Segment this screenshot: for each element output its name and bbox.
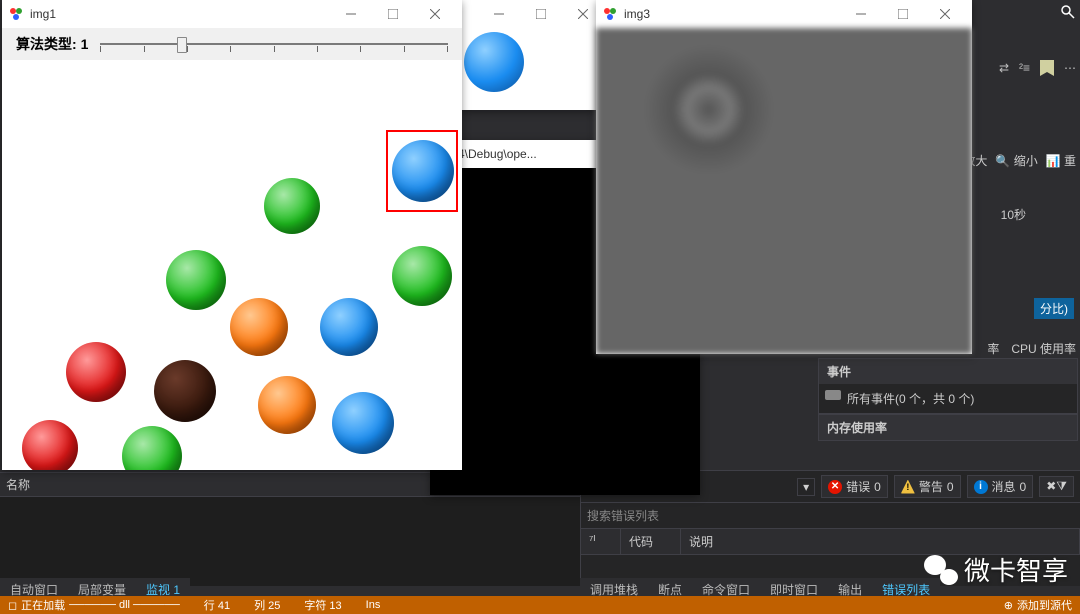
- cpu-usage-labels: 率 CPU 使用率: [987, 340, 1076, 357]
- toolbar-item-2[interactable]: ²≡: [1019, 61, 1030, 75]
- green-ball: [264, 178, 320, 234]
- img3-titlebar[interactable]: img3: [596, 0, 972, 28]
- maximize-button[interactable]: [520, 2, 562, 26]
- img1-image: [2, 60, 462, 470]
- green-ball: [122, 426, 182, 470]
- minimize-button[interactable]: [478, 2, 520, 26]
- orange-ball: [258, 376, 316, 434]
- red-ball: [22, 420, 78, 470]
- window-img3: img3: [596, 0, 972, 354]
- img1-title: img1: [30, 7, 324, 21]
- trackbar-algorithm-type: 算法类型: 1: [2, 28, 462, 60]
- bookmark-icon[interactable]: [1040, 60, 1054, 76]
- events-all-row[interactable]: 所有事件(0 个，共 0 个): [819, 384, 1077, 413]
- blue-ball-thumbnail: [464, 32, 524, 92]
- toolbar-item-1[interactable]: ⇄: [999, 61, 1009, 75]
- cpu-label: CPU 使用率: [1011, 340, 1076, 357]
- ide-toolbar: ⇄ ²≡ ⋯: [999, 60, 1076, 76]
- watermark-text: 微卡智享: [964, 551, 1068, 588]
- opencv-icon: [8, 6, 24, 22]
- timeline-mark: 10秒: [1001, 206, 1026, 223]
- ide-top-right: [1060, 4, 1076, 20]
- events-panel: 事件 所有事件(0 个，共 0 个): [818, 358, 1078, 414]
- img1-titlebar[interactable]: img1: [2, 0, 462, 28]
- green-ball: [166, 250, 226, 310]
- opencv-icon: [602, 6, 618, 22]
- orange-ball: [230, 298, 288, 356]
- zoom-reset-button[interactable]: 📊 重: [1046, 152, 1076, 169]
- wechat-icon: [924, 555, 958, 585]
- brown-ball: [154, 360, 216, 422]
- minimize-button[interactable]: [330, 2, 372, 26]
- events-header: 事件: [819, 359, 1077, 384]
- search-icon[interactable]: [1060, 4, 1076, 20]
- img2-content: [460, 28, 600, 110]
- wechat-watermark: 微卡智享: [924, 551, 1068, 588]
- trackbar-value: 1: [81, 36, 89, 52]
- maximize-button[interactable]: [882, 2, 924, 26]
- minimize-button[interactable]: [840, 2, 882, 26]
- trackbar-slider[interactable]: [100, 34, 448, 54]
- cpu-rate: 率: [987, 340, 999, 357]
- blue-ball: [320, 298, 378, 356]
- memory-usage-header[interactable]: 内存使用率: [818, 414, 1078, 441]
- window-img2: [460, 0, 600, 110]
- green-ball: [392, 246, 452, 306]
- zoom-out-button[interactable]: 🔍 缩小: [995, 152, 1037, 169]
- img3-distance-transform: [596, 28, 972, 354]
- close-button[interactable]: [924, 2, 966, 26]
- img3-title: img3: [624, 7, 834, 21]
- events-icon: [825, 390, 841, 400]
- red-ball: [66, 342, 126, 402]
- percentage-label: 分比): [1034, 298, 1074, 319]
- window-img1: img1 算法类型: 1: [2, 0, 462, 470]
- maximize-button[interactable]: [372, 2, 414, 26]
- img2-titlebar[interactable]: [460, 0, 600, 28]
- close-button[interactable]: [414, 2, 456, 26]
- detection-highlight-box: [386, 130, 458, 212]
- toolbar-overflow[interactable]: ⋯: [1064, 61, 1076, 75]
- trackbar-label: 算法类型:: [16, 34, 77, 54]
- blue-ball: [332, 392, 394, 454]
